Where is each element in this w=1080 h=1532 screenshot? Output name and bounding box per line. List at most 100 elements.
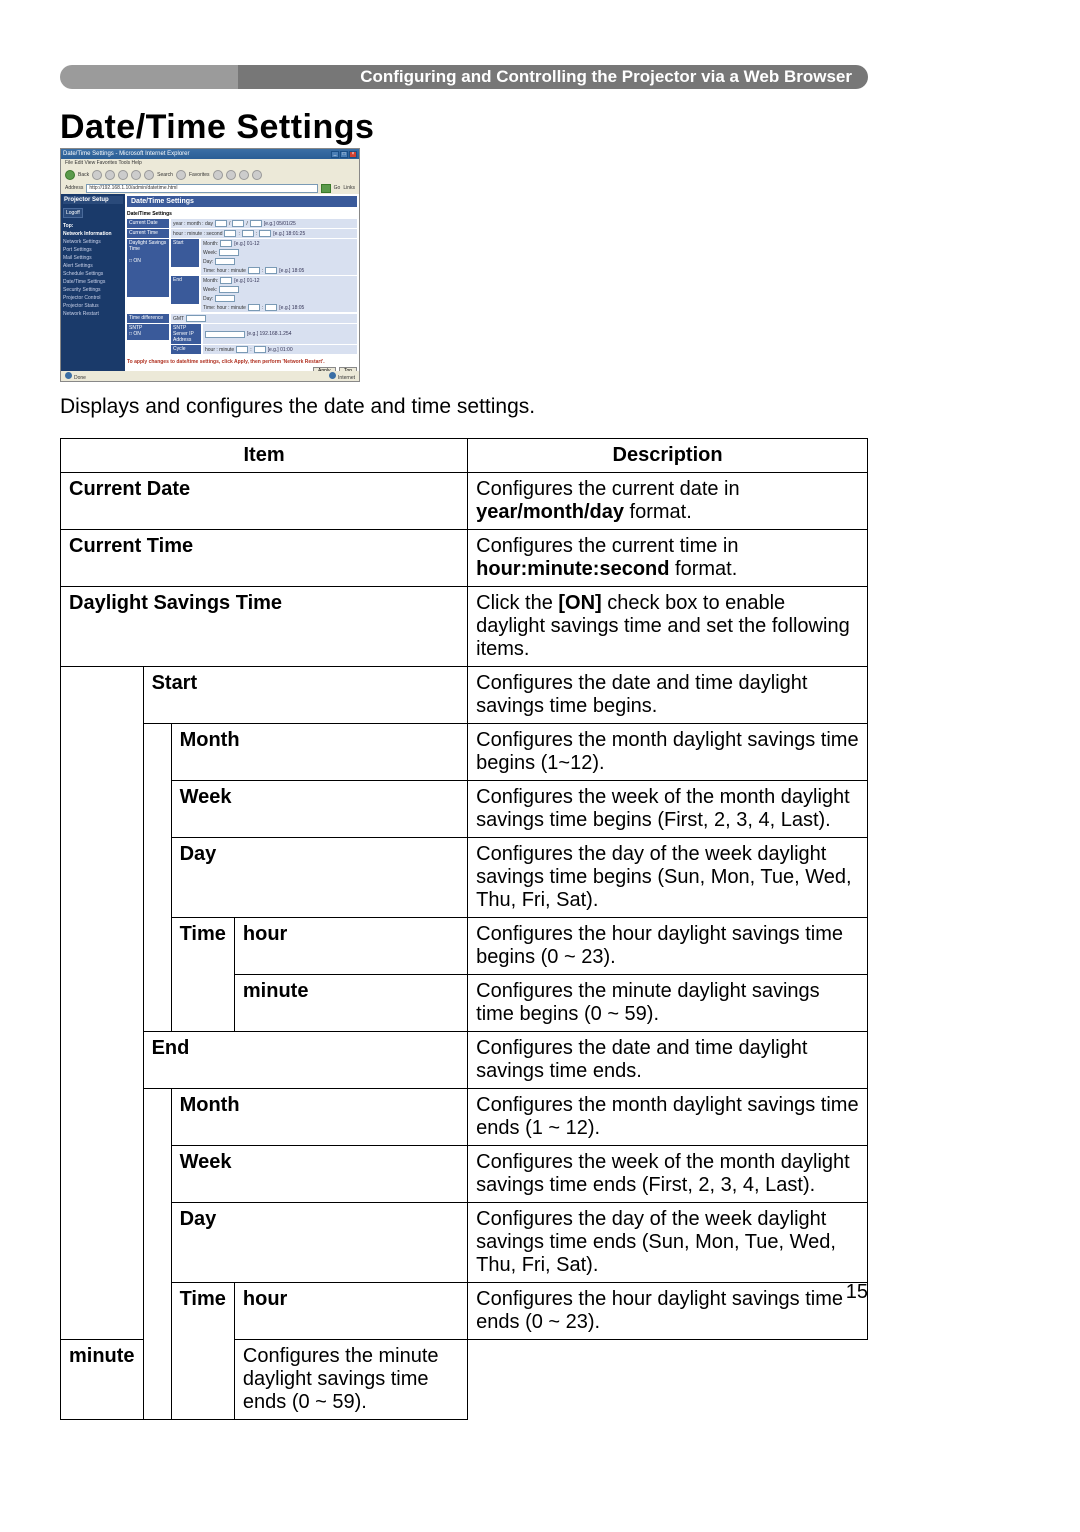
nav-projector-status[interactable]: Projector Status bbox=[63, 302, 123, 310]
mail-icon[interactable] bbox=[239, 170, 249, 180]
indent-end bbox=[143, 1089, 171, 1420]
year-input[interactable] bbox=[215, 220, 227, 227]
nav-network-info[interactable]: Network Information bbox=[63, 230, 123, 238]
nav-network-settings[interactable]: Network Settings bbox=[63, 238, 123, 246]
favorites-icon[interactable] bbox=[176, 170, 186, 180]
head-item: Item bbox=[61, 439, 468, 473]
day-input[interactable] bbox=[250, 220, 262, 227]
page-title: Date/Time Settings bbox=[60, 108, 374, 147]
minimize-icon[interactable]: _ bbox=[331, 151, 339, 158]
field-current-time: hour : minute : second : : [e.g.] 18:01:… bbox=[171, 229, 357, 238]
refresh-icon[interactable] bbox=[118, 170, 128, 180]
head-desc: Description bbox=[468, 439, 868, 473]
row-current-date-item: Current Date bbox=[61, 473, 468, 530]
end-hour-input[interactable] bbox=[248, 304, 260, 311]
row-start-month-item: Month bbox=[171, 724, 468, 781]
nav-port-settings[interactable]: Port Settings bbox=[63, 246, 123, 254]
sidebar-head: Projector Setup bbox=[63, 196, 123, 204]
row-start-minute-item: minute bbox=[234, 975, 467, 1032]
second-input[interactable] bbox=[259, 230, 271, 237]
end-minute-input[interactable] bbox=[265, 304, 277, 311]
history-icon[interactable] bbox=[226, 170, 236, 180]
apply-note: To apply changes to date/time settings, … bbox=[127, 359, 357, 365]
links-label: Links bbox=[343, 185, 355, 191]
row-end-hour-desc: Configures the hour daylight savings tim… bbox=[468, 1283, 868, 1340]
minute-input[interactable] bbox=[242, 230, 254, 237]
back-icon[interactable] bbox=[65, 170, 75, 180]
row-start-day-item: Day bbox=[171, 838, 468, 918]
search-icon[interactable] bbox=[144, 170, 154, 180]
indent-start bbox=[143, 724, 171, 1032]
search-label: Search bbox=[157, 172, 173, 178]
maximize-icon[interactable]: □ bbox=[340, 151, 348, 158]
address-bar: Address http://192.168.1.10/admin/dateti… bbox=[61, 182, 359, 194]
sidebar: Projector Setup Logoff Top: Network Info… bbox=[61, 194, 125, 371]
page-number: 15 bbox=[846, 1281, 868, 1304]
row-dst-desc: Click the [ON] check box to enable dayli… bbox=[468, 587, 868, 667]
nav-projector-control[interactable]: Projector Control bbox=[63, 294, 123, 302]
start-week-select[interactable] bbox=[219, 249, 239, 256]
start-minute-input[interactable] bbox=[265, 267, 277, 274]
sntp-ip-input[interactable] bbox=[205, 331, 245, 338]
row-end-desc: Configures the date and time daylight sa… bbox=[468, 1032, 868, 1089]
content-pane: Date/Time Settings Date/Time Settings Cu… bbox=[125, 194, 359, 371]
row-end-week-desc: Configures the week of the month dayligh… bbox=[468, 1146, 868, 1203]
logoff-button[interactable]: Logoff bbox=[63, 208, 83, 218]
row-end-month-item: Month bbox=[171, 1089, 468, 1146]
row-end-day-item: Day bbox=[171, 1203, 468, 1283]
nav-schedule-settings[interactable]: Schedule Settings bbox=[63, 270, 123, 278]
row-end-week-item: Week bbox=[171, 1146, 468, 1203]
section-header: Configuring and Controlling the Projecto… bbox=[60, 65, 868, 89]
label-current-date: Current Date bbox=[127, 219, 169, 228]
address-input[interactable]: http://192.168.1.10/admin/datetime.html bbox=[86, 184, 317, 193]
field-current-date: year : month : day / / [e.g.] 05/01/25 bbox=[171, 219, 357, 228]
print-icon[interactable] bbox=[252, 170, 262, 180]
go-button[interactable] bbox=[321, 184, 331, 193]
label-dst: Daylight Savings Time □ ON bbox=[127, 239, 169, 297]
row-start-day-desc: Configures the day of the week daylight … bbox=[468, 838, 868, 918]
end-week-select[interactable] bbox=[219, 286, 239, 293]
label-end: End bbox=[171, 276, 199, 304]
media-icon[interactable] bbox=[213, 170, 223, 180]
label-cycle: Cycle bbox=[171, 345, 201, 354]
row-end-hour-item: hour bbox=[234, 1283, 467, 1340]
status-bar: Done Internet bbox=[61, 371, 359, 381]
browser-menubar[interactable]: File Edit View Favorites Tools Help bbox=[61, 159, 359, 168]
row-current-time-item: Current Time bbox=[61, 530, 468, 587]
row-current-time-desc: Configures the current time in hour:minu… bbox=[468, 530, 868, 587]
start-hour-input[interactable] bbox=[248, 267, 260, 274]
end-month-input[interactable] bbox=[220, 277, 232, 284]
forward-icon[interactable] bbox=[92, 170, 102, 180]
nav-network-restart[interactable]: Network Restart bbox=[63, 310, 123, 318]
hour-input[interactable] bbox=[224, 230, 236, 237]
nav-top[interactable]: Top: bbox=[63, 222, 123, 230]
close-icon[interactable]: × bbox=[349, 151, 357, 158]
window-titlebar: Date/Time Settings - Microsoft Internet … bbox=[61, 149, 359, 159]
intro-text: Displays and configures the date and tim… bbox=[60, 395, 535, 419]
end-day-select[interactable] bbox=[215, 295, 235, 302]
indent-dst bbox=[61, 667, 144, 1340]
home-icon[interactable] bbox=[131, 170, 141, 180]
start-month-input[interactable] bbox=[220, 240, 232, 247]
start-day-select[interactable] bbox=[215, 258, 235, 265]
cycle-minute-input[interactable] bbox=[254, 346, 266, 353]
nav-security-settings[interactable]: Security Settings bbox=[63, 286, 123, 294]
label-time-difference: Time difference bbox=[127, 314, 169, 323]
row-end-month-desc: Configures the month daylight savings ti… bbox=[468, 1089, 868, 1146]
label-start: Start bbox=[171, 239, 199, 267]
go-label: Go bbox=[334, 185, 341, 191]
zone-icon bbox=[329, 372, 336, 379]
window-title: Date/Time Settings - Microsoft Internet … bbox=[63, 151, 190, 157]
row-end-day-desc: Configures the day of the week daylight … bbox=[468, 1203, 868, 1283]
month-input[interactable] bbox=[232, 220, 244, 227]
row-start-week-item: Week bbox=[171, 781, 468, 838]
stop-icon[interactable] bbox=[105, 170, 115, 180]
cycle-hour-input[interactable] bbox=[236, 346, 248, 353]
row-end-item: End bbox=[143, 1032, 468, 1089]
nav-mail-settings[interactable]: Mail Settings bbox=[63, 254, 123, 262]
content-heading: Date/Time Settings bbox=[127, 196, 357, 207]
gmt-select[interactable] bbox=[186, 315, 206, 322]
nav-datetime-settings[interactable]: Date/Time Settings bbox=[63, 278, 123, 286]
nav-alert-settings[interactable]: Alert Settings bbox=[63, 262, 123, 270]
row-end-minute-item: minute bbox=[61, 1340, 144, 1420]
